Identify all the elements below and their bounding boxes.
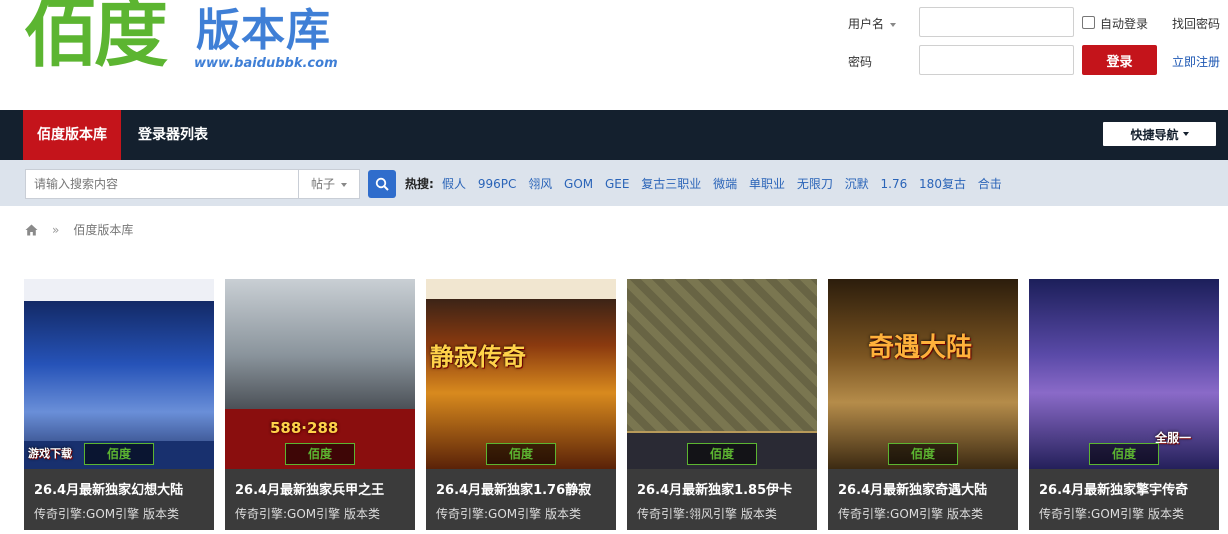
quick-nav-label: 快捷导航 (1130, 127, 1179, 142)
hot-term[interactable]: 微端 (713, 177, 737, 191)
card-title[interactable]: 26.4月最新独家擎宇传奇 (1039, 479, 1188, 498)
thumbnail-caption: 游戏下载 (28, 447, 72, 460)
search-type-label: 帖子 (310, 177, 335, 191)
nav-item-home[interactable]: 佰度版本库 (23, 110, 121, 160)
hot-term[interactable]: GEE (605, 177, 629, 191)
card-meta: 传奇引擎:GOM引擎 版本类 (436, 507, 581, 521)
card-meta: 传奇引擎:翎风引擎 版本类 (637, 507, 777, 521)
username-field[interactable] (919, 7, 1074, 37)
search-bar: 请输入搜索内容 帖子 热搜: 假人 996PC 翎风 GOM GEE 复古三职业… (0, 160, 1228, 206)
chevron-down-icon (341, 182, 347, 187)
version-card[interactable]: 静寂传奇 佰度 26.4月最新独家1.76静寂 传奇引擎:GOM引擎 版本类 (426, 279, 616, 530)
breadcrumb-separator: » (52, 222, 60, 237)
forgot-password-link[interactable]: 找回密码 (1172, 15, 1220, 32)
card-thumbnail[interactable]: 奇遇大陆 佰度 (828, 279, 1018, 469)
hot-term[interactable]: GOM (564, 177, 593, 191)
card-thumbnail[interactable]: 佰度 (627, 279, 817, 469)
version-card[interactable]: 佰度 26.4月最新独家1.85伊卡 传奇引擎:翎风引擎 版本类 (627, 279, 817, 530)
hot-term[interactable]: 合击 (978, 177, 1002, 191)
home-icon[interactable] (25, 224, 38, 236)
thumbnail-header (426, 279, 616, 299)
login-button[interactable]: 登录 (1082, 45, 1157, 75)
logo-main-text: 佰度 (24, 0, 168, 77)
card-meta: 传奇引擎:GOM引擎 版本类 (34, 507, 179, 521)
search-button[interactable] (368, 170, 396, 198)
main-nav: 佰度版本库 登录器列表 快捷导航 (0, 110, 1228, 160)
site-logo[interactable]: 佰度 版本库 www.baidubbk.com (24, 0, 354, 80)
username-label[interactable]: 用户名 (848, 15, 897, 32)
register-link[interactable]: 立即注册 (1172, 53, 1220, 70)
hot-term[interactable]: 180复古 (919, 177, 966, 191)
auto-login-label[interactable]: 自动登录 (1100, 15, 1148, 32)
breadcrumb-current[interactable]: 佰度版本库 (73, 221, 133, 238)
logo-url: www.baidubbk.com (194, 56, 338, 71)
hot-term[interactable]: 假人 (442, 177, 466, 191)
thumbnail-header (24, 279, 214, 301)
thumbnail-badge: 佰度 (1089, 443, 1159, 465)
search-input[interactable]: 请输入搜索内容 (25, 169, 300, 199)
hot-term[interactable]: 无限刀 (797, 177, 833, 191)
thumbnail-badge: 佰度 (687, 443, 757, 465)
thumbnail-caption: 奇遇大陆 (868, 333, 973, 363)
hot-search-list: 假人 996PC 翎风 GOM GEE 复古三职业 微端 单职业 无限刀 沉默 … (442, 175, 1010, 192)
username-label-text: 用户名 (848, 17, 885, 31)
search-type-select[interactable]: 帖子 (298, 169, 360, 199)
password-label: 密码 (848, 55, 873, 69)
version-card[interactable]: 588·288 佰度 26.4月最新独家兵甲之王 传奇引擎:GOM引擎 版本类 (225, 279, 415, 530)
thumbnail-caption: 588·288 (270, 419, 339, 437)
hot-term[interactable]: 1.76 (881, 177, 908, 191)
thumbnail-caption: 全服一 (1155, 431, 1192, 445)
hot-term[interactable]: 复古三职业 (641, 177, 701, 191)
hot-search-label: 热搜: (405, 177, 434, 191)
version-card[interactable]: 游戏下载 佰度 26.4月最新独家幻想大陆 传奇引擎:GOM引擎 版本类 (24, 279, 214, 530)
version-card[interactable]: 全服一 佰度 26.4月最新独家擎宇传奇 传奇引擎:GOM引擎 版本类 (1029, 279, 1219, 530)
card-title[interactable]: 26.4月最新独家幻想大陆 (34, 479, 183, 498)
card-thumbnail[interactable]: 静寂传奇 佰度 (426, 279, 616, 469)
thumbnail-badge: 佰度 (84, 443, 154, 465)
card-meta: 传奇引擎:GOM引擎 版本类 (838, 507, 983, 521)
card-meta: 传奇引擎:GOM引擎 版本类 (1039, 507, 1184, 521)
search-icon (375, 177, 389, 191)
breadcrumb: » 佰度版本库 (25, 221, 133, 238)
card-thumbnail[interactable]: 全服一 佰度 (1029, 279, 1219, 469)
quick-nav-button[interactable]: 快捷导航 (1103, 122, 1216, 146)
nav-item-launchers[interactable]: 登录器列表 (124, 110, 222, 160)
hot-term[interactable]: 沉默 (845, 177, 869, 191)
chevron-down-icon (1182, 132, 1189, 136)
card-thumbnail[interactable]: 588·288 佰度 (225, 279, 415, 469)
chevron-down-icon (890, 22, 897, 27)
card-thumbnail[interactable]: 游戏下载 佰度 (24, 279, 214, 469)
logo-sub-text: 版本库 (196, 5, 331, 56)
site-header: 佰度 版本库 www.baidubbk.com 用户名 自动登录 找回密码 密码… (0, 0, 1228, 110)
hot-term[interactable]: 996PC (478, 177, 517, 191)
card-title[interactable]: 26.4月最新独家兵甲之王 (235, 479, 384, 498)
card-title[interactable]: 26.4月最新独家1.85伊卡 (637, 479, 792, 498)
password-field[interactable] (919, 45, 1074, 75)
hot-term[interactable]: 翎风 (528, 177, 552, 191)
auto-login-checkbox[interactable] (1082, 16, 1095, 29)
version-card[interactable]: 奇遇大陆 佰度 26.4月最新独家奇遇大陆 传奇引擎:GOM引擎 版本类 (828, 279, 1018, 530)
thumbnail-badge: 佰度 (285, 443, 355, 465)
thumbnail-caption: 静寂传奇 (430, 343, 526, 371)
thumbnail-badge: 佰度 (888, 443, 958, 465)
thumbnail-badge: 佰度 (486, 443, 556, 465)
card-meta: 传奇引擎:GOM引擎 版本类 (235, 507, 380, 521)
card-title[interactable]: 26.4月最新独家1.76静寂 (436, 479, 591, 498)
hot-term[interactable]: 单职业 (749, 177, 785, 191)
card-title[interactable]: 26.4月最新独家奇遇大陆 (838, 479, 987, 498)
